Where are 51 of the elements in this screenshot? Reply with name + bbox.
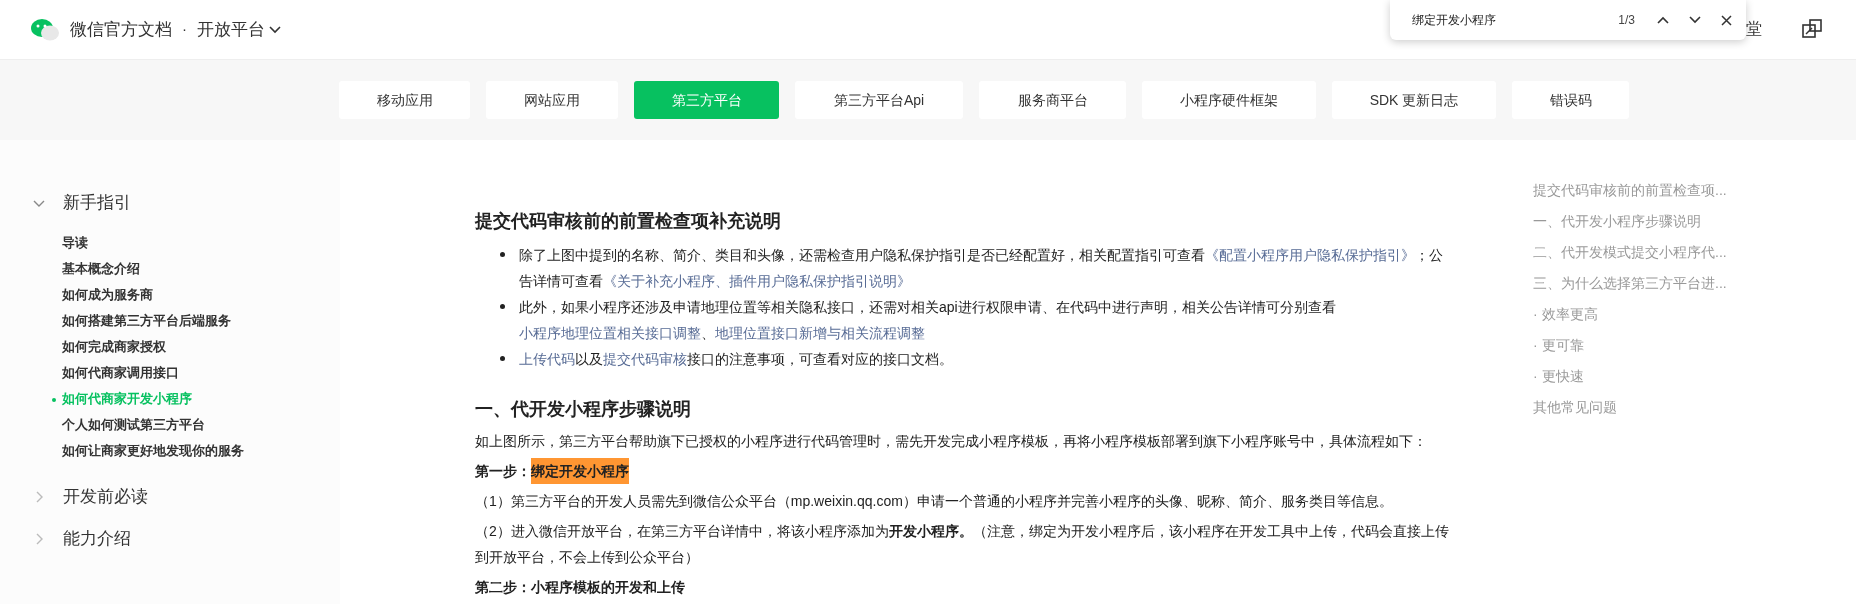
body-text: 如上图所示，第三方平台帮助旗下已授权的小程序进行代码管理时，需先开发完成小程序模板，再将小程序模板部署到旗下小程序账号中，具体流程如下： [475,432,1428,451]
doc-link[interactable]: 地理位置接口新增与相关流程调整 [715,325,925,341]
sidebar-item[interactable]: 如何代商家调用接口 [62,363,179,383]
bullet-text: 除了上图中提到的名称、简介、类目和头像，还需检查用户隐私保护指引是否已经配置好，相关配置指引可查看《配置小程序用户隐私保护指引》；公告详情可查看《关于补充小程序、插件用户隐私保护指引说明》 [519,246,1444,291]
chevron-down-icon [269,25,281,34]
doc-link[interactable]: 小程序地理位置相关接口调整 [519,325,701,341]
sidebar-group[interactable]: 新手指引 [63,190,131,216]
window-icon[interactable] [1801,18,1823,40]
nav-tab[interactable]: 第三方平台Api [795,81,963,119]
sidebar-item[interactable]: 如何完成商家授权 [62,337,166,357]
step-title: 小程序模板的开发和上传 [531,578,685,597]
sidebar-item[interactable]: 基本概念介绍 [62,259,140,279]
find-query-field[interactable]: 绑定开发小程序 [1412,11,1619,29]
bullet-icon [500,252,505,257]
sidebar-group[interactable]: 开发前必读 [63,484,148,510]
nav-tab[interactable]: 网站应用 [486,81,618,119]
nav-tab[interactable]: SDK 更新日志 [1332,81,1496,119]
sidebar-item[interactable]: 如何成为服务商 [62,285,153,305]
separator: · [182,19,187,40]
section-heading: 一、代开发小程序步骤说明 [475,398,692,421]
doc-link[interactable]: 《关于补充小程序、插件用户隐私保护指引说明》 [603,273,911,289]
sidebar-item[interactable]: 如何搭建第三方平台后端服务 [62,311,231,331]
body-text: （2）进入微信开放平台，在第三方平台详情中，将该小程序添加为开发小程序。（注意，绑定为开发小程序后，该小程序在开发工具中上传，代码会直接上传到开放平台，不会上传到公众平台） [475,522,1450,567]
nav-tab[interactable]: 移动应用 [339,81,470,119]
step-label: 第二步： [475,578,531,597]
section-dropdown[interactable]: 开放平台 [197,16,281,43]
nav-tab[interactable]: 小程序硬件框架 [1142,81,1316,119]
sidebar-group[interactable]: 能力介绍 [63,526,131,552]
body-text: （1）第三方平台的开发人员需先到微信公众平台（mp.weixin.qq.com）申请一个普通的小程序并完善小程序的头像、昵称、简介、服务类目等信息。 [475,492,1394,511]
sidebar-item[interactable]: 个人如何测试第三方平台 [62,415,205,435]
bullet-text: 此外，如果小程序还涉及申请地理位置等相关隐私接口，还需对相关api进行权限申请、在代码中进行声明，相关公告详情可分别查看 小程序地理位置相关接口调整、地理位置接口新增与相关流程调整 [519,298,1337,343]
nav-tab[interactable]: 错误码 [1512,81,1629,119]
chevron-down-icon[interactable] [1689,16,1701,24]
bullet-icon [500,304,505,309]
doc-link[interactable]: 上传代码 [519,351,575,367]
site-title[interactable]: 微信官方文档 [70,16,172,43]
doc-link[interactable]: 《配置小程序用户隐私保护指引》 [1205,247,1415,263]
doc-link[interactable]: 提交代码审核 [603,351,687,367]
step-label: 第一步： [475,462,531,481]
wechat-logo-icon [30,17,60,42]
section-heading: 提交代码审核前的前置检查项补充说明 [475,210,782,233]
chevron-up-icon[interactable] [1657,16,1669,24]
sidebar-item[interactable]: 导读 [62,233,88,253]
bullet-text: 上传代码以及提交代码审核接口的注意事项，可查看对应的接口文档。 [519,350,953,369]
close-icon[interactable] [1721,14,1732,26]
highlighted-step-title: 绑定开发小程序 [531,458,629,484]
nav-tab[interactable]: 服务商平台 [979,81,1126,119]
header-link[interactable]: 堂 [1746,17,1762,41]
bullet-icon [500,356,505,361]
sidebar-item[interactable]: 如何让商家更好地发现你的服务 [62,441,244,461]
match-count: 1/3 [1618,12,1635,29]
